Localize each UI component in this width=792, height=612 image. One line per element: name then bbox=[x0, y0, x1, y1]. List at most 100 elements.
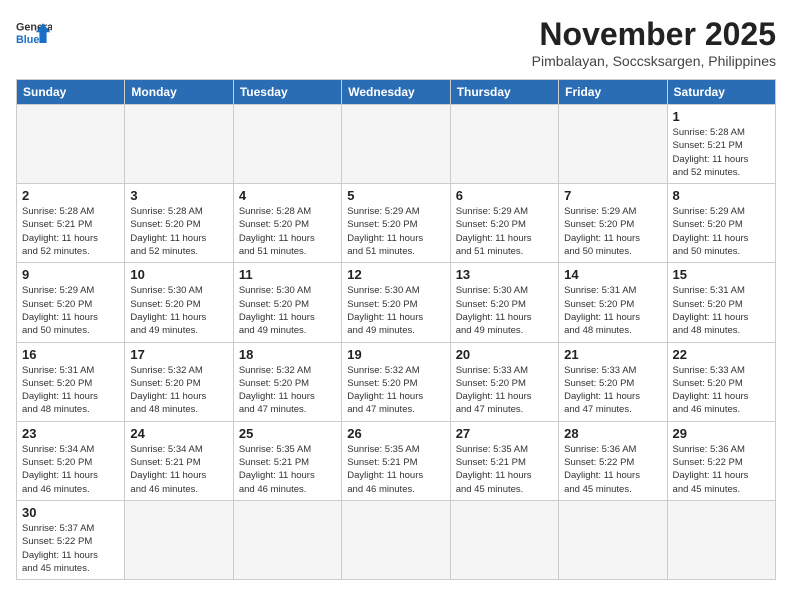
calendar-cell: 13 Sunrise: 5:30 AM Sunset: 5:20 PM Dayli… bbox=[450, 263, 558, 342]
day-number: 12 bbox=[347, 267, 444, 282]
calendar-week-row: 30 Sunrise: 5:37 AM Sunset: 5:22 PM Dayli… bbox=[17, 500, 776, 579]
day-info: Sunrise: 5:30 AM Sunset: 5:20 PM Dayligh… bbox=[130, 284, 227, 337]
day-number: 22 bbox=[673, 347, 770, 362]
calendar-cell bbox=[233, 500, 341, 579]
day-info: Sunrise: 5:28 AM Sunset: 5:20 PM Dayligh… bbox=[130, 205, 227, 258]
calendar-cell: 4 Sunrise: 5:28 AM Sunset: 5:20 PM Daylig… bbox=[233, 184, 341, 263]
calendar-cell: 23 Sunrise: 5:34 AM Sunset: 5:20 PM Dayli… bbox=[17, 421, 125, 500]
day-number: 16 bbox=[22, 347, 119, 362]
calendar-cell: 17Sunrise: 5:32 AM Sunset: 5:20 PM Dayli… bbox=[125, 342, 233, 421]
calendar-cell bbox=[667, 500, 775, 579]
calendar-cell: 21 Sunrise: 5:33 AM Sunset: 5:20 PM Dayli… bbox=[559, 342, 667, 421]
calendar-cell: 28Sunrise: 5:36 AM Sunset: 5:22 PM Dayli… bbox=[559, 421, 667, 500]
day-number: 27 bbox=[456, 426, 553, 441]
calendar-week-row: 9 Sunrise: 5:29 AM Sunset: 5:20 PM Daylig… bbox=[17, 263, 776, 342]
day-info: Sunrise: 5:28 AM Sunset: 5:20 PM Dayligh… bbox=[239, 205, 336, 258]
calendar-cell: 12Sunrise: 5:30 AM Sunset: 5:20 PM Dayli… bbox=[342, 263, 450, 342]
day-info: Sunrise: 5:32 AM Sunset: 5:20 PM Dayligh… bbox=[239, 364, 336, 417]
day-number: 30 bbox=[22, 505, 119, 520]
calendar-week-row: 16 Sunrise: 5:31 AM Sunset: 5:20 PM Dayli… bbox=[17, 342, 776, 421]
day-info: Sunrise: 5:33 AM Sunset: 5:20 PM Dayligh… bbox=[456, 364, 553, 417]
day-info: Sunrise: 5:35 AM Sunset: 5:21 PM Dayligh… bbox=[239, 443, 336, 496]
calendar-subtitle: Pimbalayan, Soccsksargen, Philippines bbox=[532, 53, 776, 69]
day-number: 3 bbox=[130, 188, 227, 203]
calendar-cell: 30 Sunrise: 5:37 AM Sunset: 5:22 PM Dayli… bbox=[17, 500, 125, 579]
day-number: 23 bbox=[22, 426, 119, 441]
day-info: Sunrise: 5:29 AM Sunset: 5:20 PM Dayligh… bbox=[347, 205, 444, 258]
day-info: Sunrise: 5:34 AM Sunset: 5:20 PM Dayligh… bbox=[22, 443, 119, 496]
logo-icon: General Blue bbox=[16, 16, 52, 52]
day-number: 20 bbox=[456, 347, 553, 362]
day-number: 28 bbox=[564, 426, 661, 441]
calendar-cell bbox=[125, 105, 233, 184]
day-info: Sunrise: 5:30 AM Sunset: 5:20 PM Dayligh… bbox=[456, 284, 553, 337]
calendar-cell: 3 Sunrise: 5:28 AM Sunset: 5:20 PM Daylig… bbox=[125, 184, 233, 263]
day-number: 5 bbox=[347, 188, 444, 203]
weekday-header-wednesday: Wednesday bbox=[342, 80, 450, 105]
calendar-title: November 2025 bbox=[532, 16, 776, 53]
calendar-cell: 20 Sunrise: 5:33 AM Sunset: 5:20 PM Dayli… bbox=[450, 342, 558, 421]
day-info: Sunrise: 5:29 AM Sunset: 5:20 PM Dayligh… bbox=[564, 205, 661, 258]
day-number: 15 bbox=[673, 267, 770, 282]
calendar-cell bbox=[233, 105, 341, 184]
day-info: Sunrise: 5:36 AM Sunset: 5:22 PM Dayligh… bbox=[673, 443, 770, 496]
logo: General Blue bbox=[16, 16, 52, 52]
day-info: Sunrise: 5:33 AM Sunset: 5:20 PM Dayligh… bbox=[564, 364, 661, 417]
calendar-cell bbox=[559, 105, 667, 184]
day-number: 9 bbox=[22, 267, 119, 282]
calendar-cell: 26 Sunrise: 5:35 AM Sunset: 5:21 PM Dayli… bbox=[342, 421, 450, 500]
calendar-cell: 15Sunrise: 5:31 AM Sunset: 5:20 PM Dayli… bbox=[667, 263, 775, 342]
calendar-cell: 5 Sunrise: 5:29 AM Sunset: 5:20 PM Daylig… bbox=[342, 184, 450, 263]
day-number: 14 bbox=[564, 267, 661, 282]
calendar-cell: 2Sunrise: 5:28 AM Sunset: 5:21 PM Daylig… bbox=[17, 184, 125, 263]
weekday-header-friday: Friday bbox=[559, 80, 667, 105]
calendar-cell: 25Sunrise: 5:35 AM Sunset: 5:21 PM Dayli… bbox=[233, 421, 341, 500]
calendar-cell: 29 Sunrise: 5:36 AM Sunset: 5:22 PM Dayli… bbox=[667, 421, 775, 500]
calendar-cell: 27 Sunrise: 5:35 AM Sunset: 5:21 PM Dayli… bbox=[450, 421, 558, 500]
calendar-week-row: 23 Sunrise: 5:34 AM Sunset: 5:20 PM Dayli… bbox=[17, 421, 776, 500]
day-info: Sunrise: 5:34 AM Sunset: 5:21 PM Dayligh… bbox=[130, 443, 227, 496]
day-number: 10 bbox=[130, 267, 227, 282]
day-info: Sunrise: 5:35 AM Sunset: 5:21 PM Dayligh… bbox=[456, 443, 553, 496]
day-info: Sunrise: 5:31 AM Sunset: 5:20 PM Dayligh… bbox=[22, 364, 119, 417]
day-info: Sunrise: 5:29 AM Sunset: 5:20 PM Dayligh… bbox=[673, 205, 770, 258]
svg-text:Blue: Blue bbox=[16, 34, 39, 46]
header: General Blue November 2025 Pimbalayan, S… bbox=[16, 16, 776, 69]
calendar-cell: 16 Sunrise: 5:31 AM Sunset: 5:20 PM Dayli… bbox=[17, 342, 125, 421]
calendar-cell bbox=[342, 105, 450, 184]
day-number: 7 bbox=[564, 188, 661, 203]
day-number: 21 bbox=[564, 347, 661, 362]
day-info: Sunrise: 5:32 AM Sunset: 5:20 PM Dayligh… bbox=[347, 364, 444, 417]
day-info: Sunrise: 5:28 AM Sunset: 5:21 PM Dayligh… bbox=[22, 205, 119, 258]
calendar-cell: 19Sunrise: 5:32 AM Sunset: 5:20 PM Dayli… bbox=[342, 342, 450, 421]
day-number: 6 bbox=[456, 188, 553, 203]
weekday-header-tuesday: Tuesday bbox=[233, 80, 341, 105]
calendar-cell: 11 Sunrise: 5:30 AM Sunset: 5:20 PM Dayli… bbox=[233, 263, 341, 342]
day-number: 4 bbox=[239, 188, 336, 203]
calendar-cell: 24 Sunrise: 5:34 AM Sunset: 5:21 PM Dayli… bbox=[125, 421, 233, 500]
day-number: 26 bbox=[347, 426, 444, 441]
weekday-header-row: SundayMondayTuesdayWednesdayThursdayFrid… bbox=[17, 80, 776, 105]
calendar-cell: 10 Sunrise: 5:30 AM Sunset: 5:20 PM Dayli… bbox=[125, 263, 233, 342]
day-info: Sunrise: 5:35 AM Sunset: 5:21 PM Dayligh… bbox=[347, 443, 444, 496]
calendar-cell: 7 Sunrise: 5:29 AM Sunset: 5:20 PM Daylig… bbox=[559, 184, 667, 263]
day-number: 13 bbox=[456, 267, 553, 282]
calendar-cell: 6Sunrise: 5:29 AM Sunset: 5:20 PM Daylig… bbox=[450, 184, 558, 263]
day-number: 18 bbox=[239, 347, 336, 362]
weekday-header-sunday: Sunday bbox=[17, 80, 125, 105]
day-info: Sunrise: 5:37 AM Sunset: 5:22 PM Dayligh… bbox=[22, 522, 119, 575]
calendar-cell: 1Sunrise: 5:28 AM Sunset: 5:21 PM Daylig… bbox=[667, 105, 775, 184]
weekday-header-monday: Monday bbox=[125, 80, 233, 105]
day-number: 11 bbox=[239, 267, 336, 282]
calendar-cell bbox=[559, 500, 667, 579]
day-info: Sunrise: 5:30 AM Sunset: 5:20 PM Dayligh… bbox=[239, 284, 336, 337]
day-number: 1 bbox=[673, 109, 770, 124]
day-number: 29 bbox=[673, 426, 770, 441]
calendar-table: SundayMondayTuesdayWednesdayThursdayFrid… bbox=[16, 79, 776, 580]
calendar-cell: 14Sunrise: 5:31 AM Sunset: 5:20 PM Dayli… bbox=[559, 263, 667, 342]
calendar-cell bbox=[342, 500, 450, 579]
day-number: 24 bbox=[130, 426, 227, 441]
calendar-cell: 9 Sunrise: 5:29 AM Sunset: 5:20 PM Daylig… bbox=[17, 263, 125, 342]
title-block: November 2025 Pimbalayan, Soccsksargen, … bbox=[532, 16, 776, 69]
day-info: Sunrise: 5:29 AM Sunset: 5:20 PM Dayligh… bbox=[22, 284, 119, 337]
